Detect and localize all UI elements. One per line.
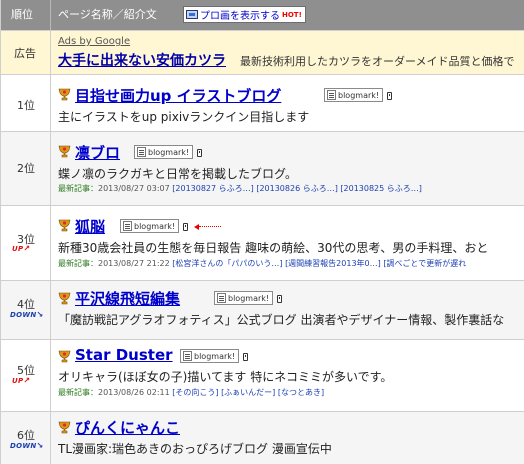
image-icon — [186, 10, 198, 19]
blog-description: TL漫画家:瑞色あきのおっぴろげブログ 漫画宣伝中 — [58, 442, 332, 456]
table-row: 4位 DOWN↘ 平沢線飛短編集 blogmark! 「魔訪戦記アグラオフォティ… — [1, 281, 524, 340]
trophy-icon — [58, 292, 71, 305]
rank-down-badge: DOWN↘ — [10, 441, 44, 450]
rank-number: 1位 — [17, 99, 35, 112]
blogmark-icon — [327, 90, 336, 100]
latest-post-link[interactable]: [20130825 らふろ…] — [340, 184, 422, 193]
ads-by-google-link[interactable]: Ads by Google — [58, 36, 130, 47]
latest-label: 最新記事： — [58, 184, 98, 193]
blogmark-label: blogmark! — [338, 90, 380, 100]
blogmark-button[interactable]: blogmark! — [324, 88, 384, 102]
rank-number: 2位 — [17, 162, 35, 175]
mobile-icon — [387, 92, 392, 100]
blogmark-button[interactable]: blogmark! — [134, 145, 194, 159]
trophy-icon — [58, 145, 71, 158]
blogmark-icon — [123, 221, 132, 231]
rank-cell: 1位 — [1, 75, 51, 131]
blogmark-button[interactable]: blogmark! — [180, 349, 240, 363]
entry-content: 凛ブロ blogmark! 蝶ノ凛のラクガキと日常を掲載したブログ。 最新記事：… — [58, 132, 524, 205]
latest-date: 2013/08/26 02:11 — [98, 388, 170, 397]
latest-label: 最新記事： — [58, 259, 98, 268]
mobile-icon — [243, 353, 248, 361]
rank-cell: 4位 DOWN↘ — [1, 281, 51, 339]
blog-title-link[interactable]: 狐脳 — [75, 216, 105, 237]
blog-title-link[interactable]: 凛ブロ — [75, 142, 120, 163]
mobile-icon — [183, 223, 188, 231]
blogmark-button[interactable]: blogmark! — [120, 219, 180, 233]
latest-date: 2013/08/27 03:07 — [98, 184, 170, 193]
page-column-label: ページ名称／紹介文 — [58, 8, 157, 21]
latest-posts: 最新記事：2013/08/27 03:07 [20130827 らふろ…] [2… — [58, 183, 422, 194]
ad-row: 広告 Ads by Google 大手に出来ない安価カツラ 最新技術利用したカツ… — [1, 31, 524, 75]
blogmark-label: blogmark! — [134, 221, 176, 231]
show-profile-image-label: プロ画を表示する — [200, 11, 280, 22]
rank-column-header: 順位 — [1, 0, 51, 30]
rank-up-badge: UP↗ — [12, 376, 31, 385]
rank-down-badge: DOWN↘ — [10, 310, 44, 319]
table-row: 5位 UP↗ Star Duster blogmark! オリキャラ(ほぼ女の子… — [1, 340, 524, 412]
blog-title-link[interactable]: ぴんくにゃんこ — [75, 417, 180, 438]
entry-content: 狐脳 blogmark! 新種30歳会社員の生態を毎日報告 趣味の萌絵、30代の… — [58, 206, 524, 280]
table-header: 順位 ページ名称／紹介文 プロ画を表示する HOT! — [1, 0, 524, 31]
show-profile-image-button[interactable]: プロ画を表示する HOT! — [183, 6, 306, 23]
latest-post-link[interactable]: [20130826 らふろ…] — [256, 184, 338, 193]
latest-post-link[interactable]: [松宮洋さんの「パパのいう…] — [172, 259, 282, 268]
blog-title-link[interactable]: Star Duster — [75, 346, 173, 364]
blog-title-link[interactable]: 目指せ画力up イラストブログ — [75, 85, 281, 106]
entry-content: 目指せ画力up イラストブログ blogmark! 主にイラストをup pixi… — [58, 75, 524, 131]
blogmark-label: blogmark! — [228, 293, 270, 303]
entry-content: 平沢線飛短編集 blogmark! 「魔訪戦記アグラオフォティス」公式ブログ 出… — [58, 281, 524, 339]
latest-label: 最新記事： — [58, 388, 98, 397]
entry-content: ぴんくにゃんこ TL漫画家:瑞色あきのおっぴろげブログ 漫画宣伝中 — [58, 412, 524, 464]
latest-post-link[interactable]: [その向こう] — [172, 388, 218, 397]
ad-label: 広告 — [14, 47, 36, 60]
latest-post-link[interactable]: [週間練習報告2013年0…] — [285, 259, 381, 268]
latest-date: 2013/08/27 21:22 — [98, 259, 170, 268]
ranking-table: 順位 ページ名称／紹介文 プロ画を表示する HOT! 広告 Ads by Goo… — [0, 0, 524, 464]
entry-content: Star Duster blogmark! オリキャラ(ほぼ女の子)描いてます … — [58, 340, 524, 411]
latest-post-link[interactable]: [調べごとで更新が遅れ — [383, 259, 466, 268]
mobile-icon — [277, 295, 282, 303]
blog-description: 新種30歳会社員の生態を毎日報告 趣味の萌絵、30代の思考、男の手料理、おと — [58, 241, 489, 255]
blogmark-icon — [217, 293, 226, 303]
blog-description: 「魔訪戦記アグラオフォティス」公式ブログ 出演者やデザイナー情報、製作裏話な — [58, 313, 505, 327]
blogmark-icon — [183, 351, 192, 361]
blog-description: 蝶ノ凛のラクガキと日常を掲載したブログ。 — [58, 167, 298, 181]
rank-cell: 6位 DOWN↘ — [1, 412, 51, 464]
blog-description: 主にイラストをup pixivランクイン目指します — [58, 110, 310, 124]
ad-content: Ads by Google 大手に出来ない安価カツラ 最新技術利用したカツラをオ… — [58, 31, 524, 74]
page-column-header: ページ名称／紹介文 プロ画を表示する HOT! — [58, 0, 524, 30]
rank-cell: 2位 — [1, 132, 51, 205]
latest-post-link[interactable]: [なつとあき] — [278, 388, 324, 397]
rank-cell: 5位 UP↗ — [1, 340, 51, 411]
blog-title-link[interactable]: 平沢線飛短編集 — [75, 288, 180, 309]
latest-post-link[interactable]: [20130827 らふろ…] — [172, 184, 254, 193]
ad-rank-cell: 広告 — [1, 31, 51, 74]
trophy-icon — [58, 350, 71, 363]
table-row: 3位 UP↗ 狐脳 blogmark! 新種30歳会社員の生態を毎日報告 趣味の… — [1, 206, 524, 281]
rank-cell: 3位 UP↗ — [1, 206, 51, 280]
table-row: 2位 凛ブロ blogmark! 蝶ノ凛のラクガキと日常を掲載したブログ。 最新… — [1, 132, 524, 206]
blogmark-icon — [137, 147, 146, 157]
trophy-icon — [58, 421, 71, 434]
trophy-icon — [58, 88, 71, 101]
blogmark-label: blogmark! — [148, 147, 190, 157]
latest-posts: 最新記事：2013/08/27 21:22 [松宮洋さんの「パパのいう…] [週… — [58, 258, 466, 269]
hot-badge: HOT! — [282, 10, 302, 19]
trophy-icon — [58, 219, 71, 232]
latest-posts: 最新記事：2013/08/26 02:11 [その向こう] [ふぁいんだー] [… — [58, 387, 324, 398]
blogmark-button[interactable]: blogmark! — [214, 291, 274, 305]
blogmark-label: blogmark! — [194, 351, 236, 361]
ad-description: 最新技術利用したカツラをオーダーメイド品質と価格で — [240, 55, 515, 68]
latest-post-link[interactable]: [ふぁいんだー] — [221, 388, 275, 397]
ad-title-link[interactable]: 大手に出来ない安価カツラ — [58, 50, 226, 70]
table-row: 6位 DOWN↘ ぴんくにゃんこ TL漫画家:瑞色あきのおっぴろげブログ 漫画宣… — [1, 412, 524, 464]
mobile-icon — [197, 149, 202, 157]
table-row: 1位 目指せ画力up イラストブログ blogmark! 主にイラストをup p… — [1, 75, 524, 132]
red-arrow-icon — [194, 224, 221, 230]
blog-description: オリキャラ(ほぼ女の子)描いてます 特にネコミミが多いです。 — [58, 370, 393, 384]
rank-up-badge: UP↗ — [12, 244, 31, 253]
rank-column-label: 順位 — [11, 8, 33, 21]
